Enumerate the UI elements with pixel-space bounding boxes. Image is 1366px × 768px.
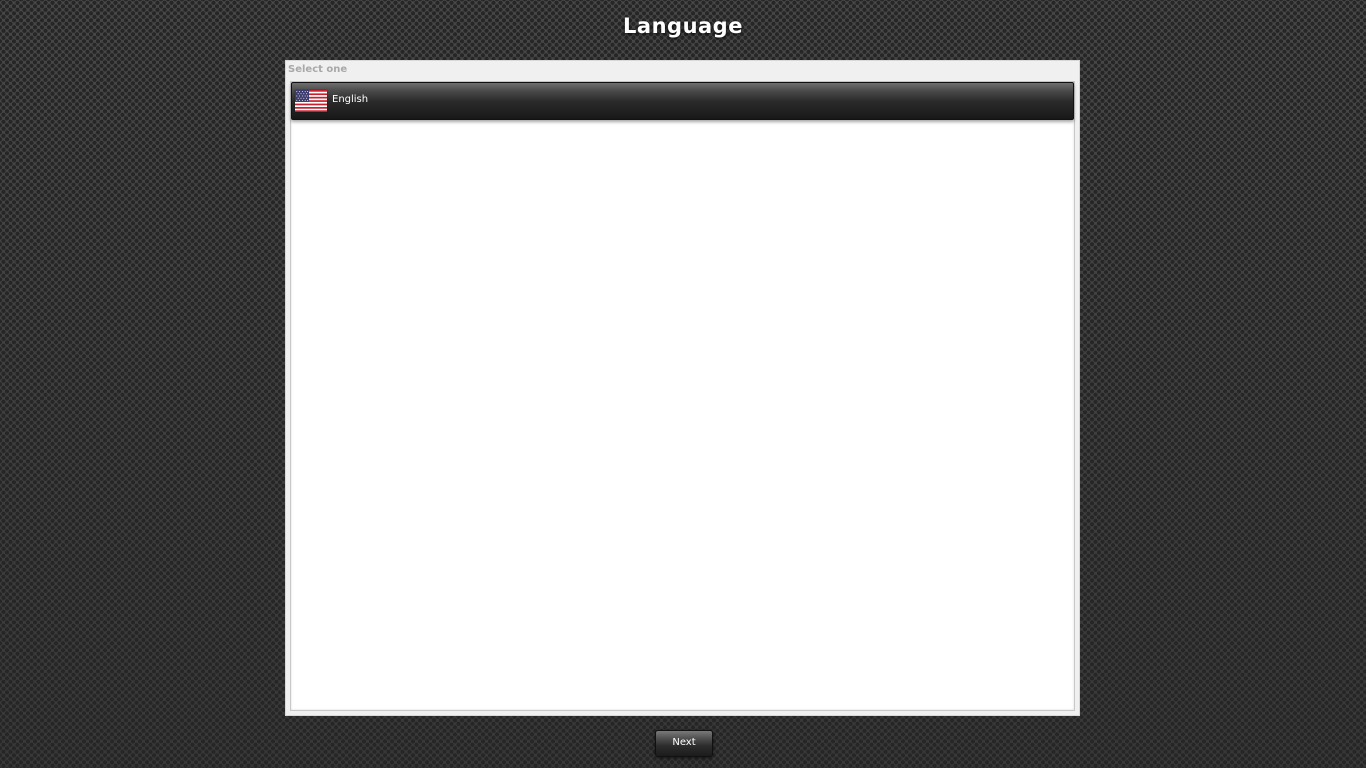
panel-header: Select one	[288, 64, 348, 75]
language-selection-panel: Select one English	[285, 60, 1080, 716]
language-list[interactable]: English	[290, 81, 1075, 711]
us-flag-icon	[295, 90, 327, 112]
page-title: Language	[623, 14, 743, 38]
list-item-english[interactable]: English	[291, 82, 1074, 120]
list-item-label: English	[332, 94, 369, 105]
next-button[interactable]: Next	[655, 730, 713, 757]
